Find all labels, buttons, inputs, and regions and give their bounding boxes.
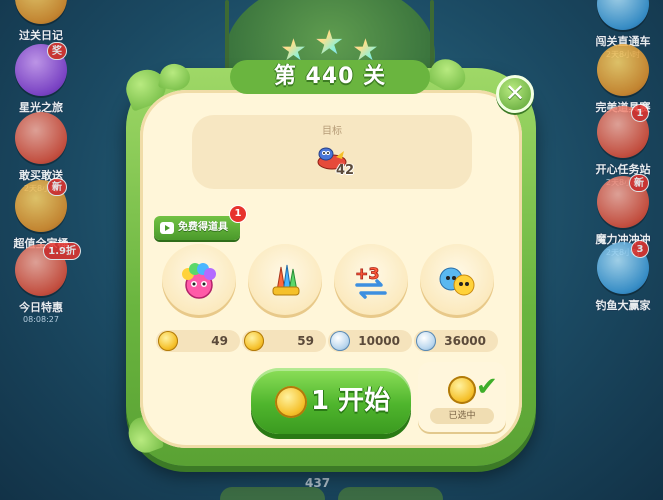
side-item-buy-and-send[interactable]: 敢买敢送 2天8小时 (6, 112, 76, 193)
checkmark-icon: ✔ (476, 372, 498, 402)
starlight-icon: 奖 (15, 42, 67, 96)
booster-price: 49 (156, 330, 240, 352)
side-item-starlight-journey[interactable]: 奖 星光之旅 (6, 42, 76, 122)
goal-count: 42 (336, 163, 355, 178)
side-badge: 新 (629, 174, 649, 192)
side-badge: 1.9折 (43, 242, 81, 260)
rocket-bundle-icon (272, 264, 300, 296)
fishing-icon: 3 (597, 240, 649, 294)
video-play-icon (160, 222, 174, 234)
free-props-label: 免费得道具 (178, 222, 228, 233)
side-badge: 奖 (47, 42, 67, 60)
star-icon: ★ (352, 33, 379, 68)
train-icon (597, 0, 649, 30)
task-icon: 1 (597, 104, 649, 158)
booster-price: 59 (242, 330, 326, 352)
trophy-icon (597, 44, 649, 96)
free-props-badge: 1 (229, 205, 247, 223)
side-item-label: 今日特惠 (19, 301, 63, 314)
goal-title: 目标 (322, 126, 342, 137)
gift-icon (15, 112, 67, 164)
side-badge: 1 (631, 104, 649, 122)
discount-icon: 1.9折 (15, 242, 81, 296)
price-value: 36000 (444, 334, 486, 348)
booster-color-creatures[interactable] (420, 244, 494, 318)
side-badge: 3 (631, 240, 649, 258)
background-button-right[interactable] (338, 487, 443, 500)
booster-rocket-bundle[interactable] (248, 244, 322, 318)
silver-coin-icon (416, 331, 436, 351)
background-button-left[interactable] (220, 487, 325, 500)
diary-icon (15, 0, 67, 24)
energy-coin-icon (448, 376, 476, 404)
gold-coin-icon (158, 331, 178, 351)
energy-coin-icon (275, 386, 307, 418)
booster-price: 10000 (328, 330, 412, 352)
color-creatures-icon (439, 267, 475, 296)
booster-rainbow-bomb[interactable] (162, 244, 236, 318)
close-button[interactable]: ✕ (496, 75, 534, 113)
close-icon: ✕ (504, 79, 526, 107)
rainbow-bomb-icon (182, 263, 216, 299)
start-label: 1 开始 (311, 386, 391, 416)
side-item-label: 钓鱼大赢家 (595, 299, 651, 312)
side-badge: 新 (47, 178, 67, 196)
side-item-label: 开心任务站 (595, 163, 651, 176)
free-props-button[interactable]: 免费得道具 (154, 216, 240, 240)
selected-item-card[interactable]: ✔ 已选中 (418, 362, 506, 432)
side-item-clear-diary[interactable]: 过关日记 (6, 0, 76, 50)
price-value: 49 (211, 334, 228, 348)
booster-plus-three[interactable]: +3 (334, 244, 408, 318)
side-item-label: 过关日记 (19, 29, 63, 42)
magic-icon: 新 (597, 174, 649, 228)
side-item-happy-tasks[interactable]: 1 开心任务站 2天8小时 (588, 104, 658, 187)
side-item-daily-deal[interactable]: 1.9折 今日特惠 08:08:27 (6, 242, 81, 324)
bucket-icon: 新 (15, 178, 67, 232)
price-value: 10000 (358, 334, 400, 348)
star-icon: ★ (314, 23, 345, 63)
side-item-timer: 08:08:27 (23, 315, 59, 324)
hanging-rope-left (225, 0, 229, 75)
price-value: 59 (297, 334, 314, 348)
level-stars: ★ ★ ★ (278, 23, 388, 68)
star-icon: ★ (280, 33, 307, 68)
silver-coin-icon (330, 331, 350, 351)
booster-price: 36000 (414, 330, 498, 352)
plus-three-moves-icon: +3 (355, 264, 387, 299)
side-item-fishing-winner[interactable]: 3 钓鱼大赢家 (588, 240, 658, 320)
goal-panel: 目标 42 (192, 115, 472, 189)
start-button[interactable]: 1 开始 (251, 368, 411, 434)
selected-label: 已选中 (430, 408, 494, 424)
gold-coin-icon (244, 331, 264, 351)
